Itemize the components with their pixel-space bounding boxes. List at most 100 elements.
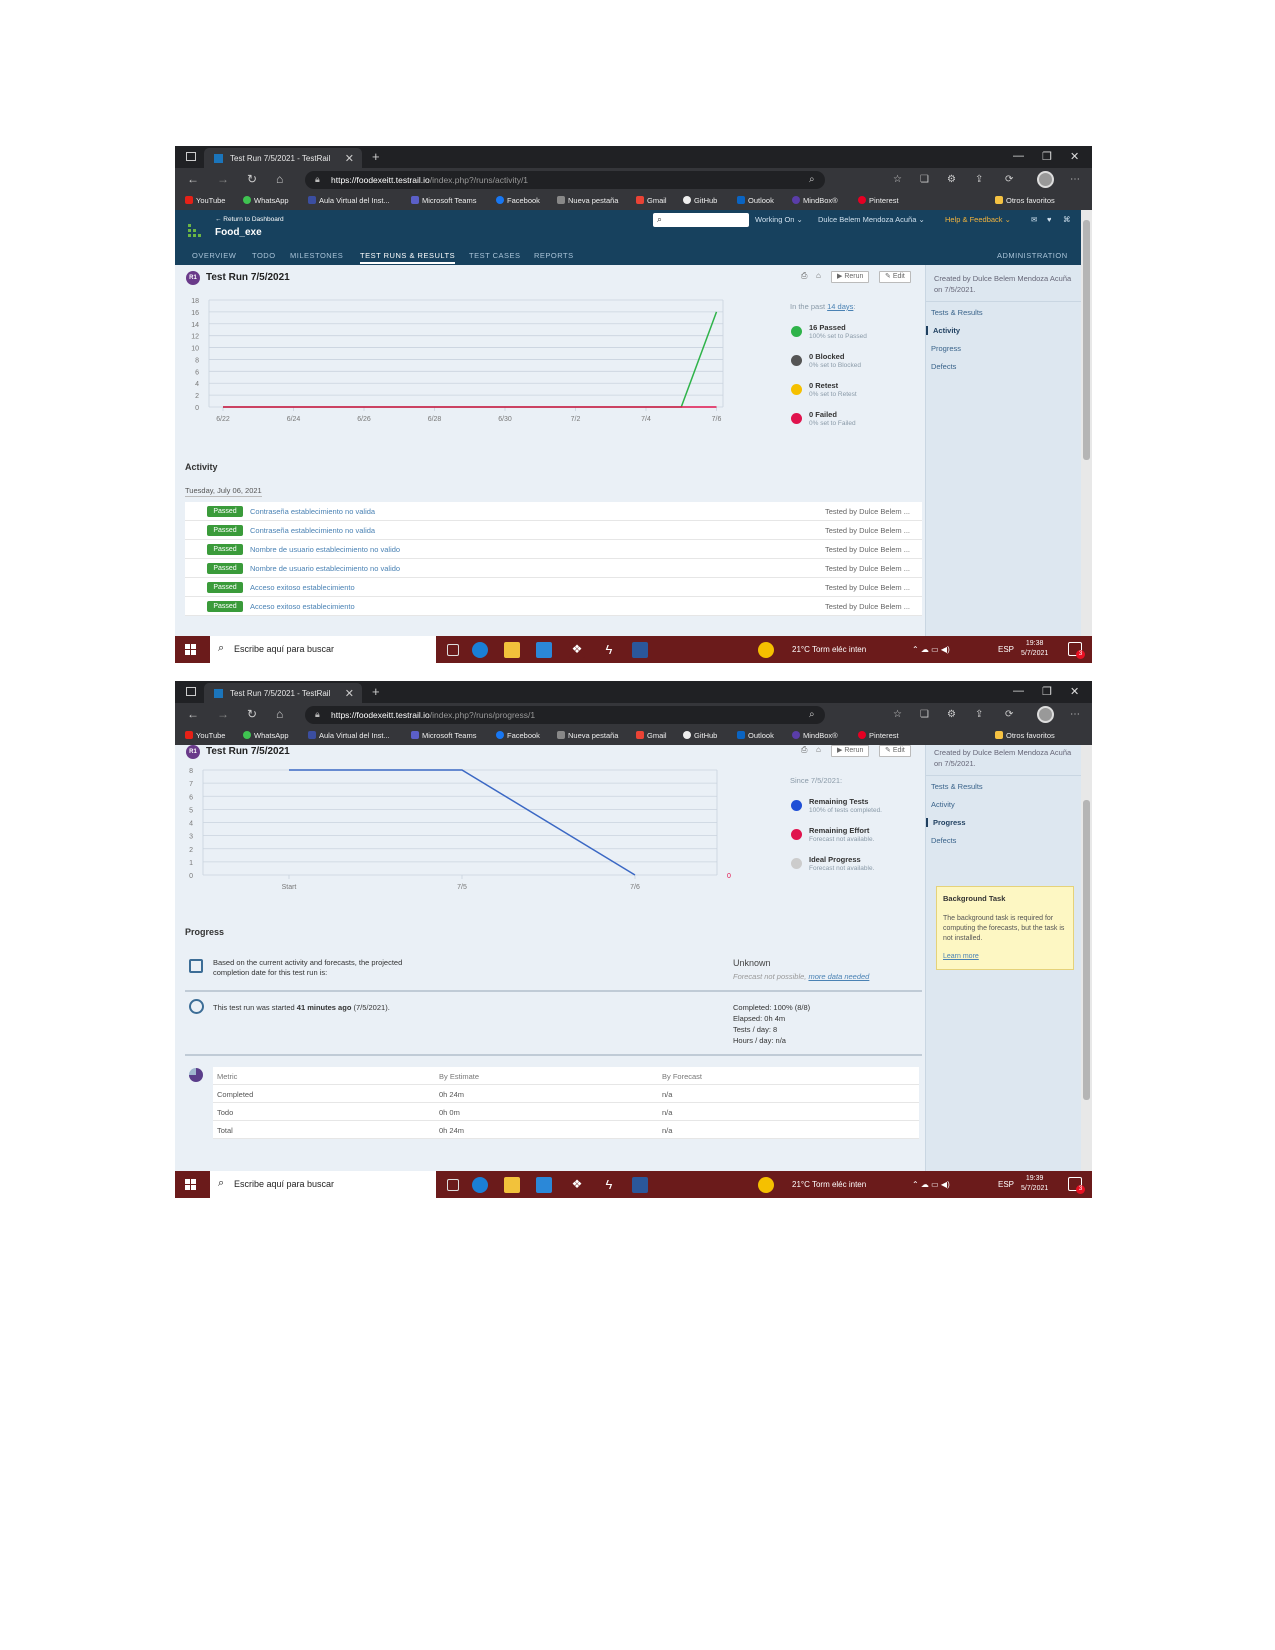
minimize-icon[interactable]: — xyxy=(1013,150,1024,162)
table-row[interactable]: Passed Acceso exitoso establecimiento Test… xyxy=(185,578,922,597)
menu-administration[interactable]: ADMINISTRATION xyxy=(997,251,1068,260)
back-icon[interactable]: ← xyxy=(187,707,199,721)
rerun-button[interactable]: ▶ Rerun xyxy=(831,271,870,283)
fav-pinterest[interactable]: Pinterest xyxy=(858,196,899,205)
page-scrollbar[interactable] xyxy=(1081,210,1092,636)
collections-icon[interactable]: ❏ xyxy=(920,709,929,720)
url-field[interactable]: 🔒︎ https://foodexeitt.testrail.io/index.… xyxy=(305,706,825,724)
windows-start-icon[interactable] xyxy=(185,1179,197,1191)
profile-avatar[interactable] xyxy=(1037,706,1054,723)
profile-avatar[interactable] xyxy=(1037,171,1054,188)
more-icon[interactable]: ⋯ xyxy=(1070,709,1080,720)
sidebar-item-defects[interactable]: Defects xyxy=(931,836,956,845)
fav-whatsapp[interactable]: WhatsApp xyxy=(243,731,289,740)
rss-icon[interactable]: ⌘ xyxy=(1063,215,1071,224)
restore-icon[interactable]: ❐ xyxy=(1042,150,1052,163)
test-name-link[interactable]: Nombre de usuario establecimiento no val… xyxy=(250,564,400,573)
test-name-link[interactable]: Nombre de usuario establecimiento no val… xyxy=(250,545,400,554)
report-icon[interactable]: ⎙ xyxy=(801,271,807,281)
fav-aula[interactable]: Aula Virtual del Inst... xyxy=(308,196,390,205)
tray-icons[interactable]: ⌃ ☁ ▭ ◀) xyxy=(912,1180,950,1189)
fav-facebook[interactable]: Facebook xyxy=(496,196,540,205)
forward-icon[interactable]: → xyxy=(217,172,229,186)
fav-outlook[interactable]: Outlook xyxy=(737,196,774,205)
weather-text[interactable]: 21°C Torm eléc inten xyxy=(792,1180,866,1189)
window-menu-icon[interactable] xyxy=(186,152,196,161)
sync-icon[interactable]: ⟳ xyxy=(1005,709,1013,720)
table-row[interactable]: Passed Contraseña establecimiento no vali… xyxy=(185,502,922,521)
menu-test-cases[interactable]: TEST CASES xyxy=(469,251,521,260)
fav-facebook[interactable]: Facebook xyxy=(496,731,540,740)
browser-tab[interactable]: Test Run 7/5/2021 - TestRail ✕ xyxy=(204,683,362,703)
menu-milestones[interactable]: MILESTONES xyxy=(290,251,343,260)
home-icon[interactable]: ⌂ xyxy=(276,707,283,721)
zoom-icon[interactable]: ⌕ xyxy=(809,709,815,720)
file-explorer-icon[interactable] xyxy=(504,1177,520,1193)
power-automate-icon[interactable]: ϟ xyxy=(601,642,617,658)
test-name-link[interactable]: Acceso exitoso establecimiento xyxy=(250,602,355,611)
sidebar-item-progress[interactable]: Progress xyxy=(931,344,961,353)
fav-gmail[interactable]: Gmail xyxy=(636,196,667,205)
close-window-icon[interactable]: ✕ xyxy=(1070,685,1079,698)
close-tab-icon[interactable]: ✕ xyxy=(345,687,354,700)
dropbox-icon[interactable]: ❖ xyxy=(569,1177,585,1193)
refresh-icon[interactable]: ↻ xyxy=(247,707,257,721)
restore-icon[interactable]: ❐ xyxy=(1042,685,1052,698)
fav-folder-otros[interactable]: Otros favoritos xyxy=(995,731,1055,740)
edge-icon[interactable] xyxy=(472,642,488,658)
more-data-link[interactable]: more data needed xyxy=(808,972,869,981)
menu-overview[interactable]: OVERVIEW xyxy=(192,251,236,260)
word-icon[interactable] xyxy=(632,1177,648,1193)
extensions-icon[interactable]: ⚙ xyxy=(947,174,956,185)
fav-mindbox[interactable]: MindBox® xyxy=(792,731,838,740)
edit-button[interactable]: ✎ Edit xyxy=(879,745,911,757)
taskbar-search[interactable]: ⌕ Escribe aquí para buscar xyxy=(210,636,436,663)
fav-teams[interactable]: Microsoft Teams xyxy=(411,731,476,740)
twitter-icon[interactable]: ♥ xyxy=(1047,215,1051,224)
print-icon[interactable]: ⌂ xyxy=(816,745,821,754)
rerun-button[interactable]: ▶ Rerun xyxy=(831,745,870,757)
new-tab-icon[interactable]: + xyxy=(372,684,380,699)
taskbar-clock[interactable]: 19:38 5/7/2021 xyxy=(1021,639,1048,659)
menu-reports[interactable]: REPORTS xyxy=(534,251,574,260)
test-name-link[interactable]: Acceso exitoso establecimiento xyxy=(250,583,355,592)
fav-new-tab[interactable]: Nueva pestaña xyxy=(557,196,618,205)
extensions-icon[interactable]: ⚙ xyxy=(947,709,956,720)
notifications-icon[interactable]: 3 xyxy=(1068,1177,1085,1194)
language-indicator[interactable]: ESP xyxy=(998,645,1014,654)
fav-outlook[interactable]: Outlook xyxy=(737,731,774,740)
minimize-icon[interactable]: — xyxy=(1013,685,1024,697)
zoom-icon[interactable]: ⌕ xyxy=(809,174,815,185)
url-field[interactable]: 🔒︎ https://foodexeitt.testrail.io/index.… xyxy=(305,171,825,189)
close-window-icon[interactable]: ✕ xyxy=(1070,150,1079,163)
help-app-icon[interactable] xyxy=(758,642,774,658)
print-icon[interactable]: ⌂ xyxy=(816,271,821,280)
test-name-link[interactable]: Contraseña establecimiento no valida xyxy=(250,526,375,535)
favorite-star-icon[interactable]: ☆ xyxy=(893,174,902,185)
fav-github[interactable]: GitHub xyxy=(683,731,717,740)
notifications-icon[interactable]: 3 xyxy=(1068,642,1085,659)
fav-teams[interactable]: Microsoft Teams xyxy=(411,196,476,205)
file-explorer-icon[interactable] xyxy=(504,642,520,658)
help-feedback-dropdown[interactable]: Help & Feedback ⌄ xyxy=(945,215,1011,224)
fav-whatsapp[interactable]: WhatsApp xyxy=(243,196,289,205)
taskbar-search[interactable]: ⌕ Escribe aquí para buscar xyxy=(210,1171,436,1198)
user-dropdown[interactable]: Dulce Belem Mendoza Acuña ⌄ xyxy=(818,215,925,224)
language-indicator[interactable]: ESP xyxy=(998,1180,1014,1189)
table-row[interactable]: Passed Nombre de usuario establecimiento … xyxy=(185,540,922,559)
working-on-dropdown[interactable]: Working On ⌄ xyxy=(755,215,803,224)
help-app-icon[interactable] xyxy=(758,1177,774,1193)
dropbox-icon[interactable]: ❖ xyxy=(569,642,585,658)
fav-new-tab[interactable]: Nueva pestaña xyxy=(557,731,618,740)
test-name-link[interactable]: Contraseña establecimiento no valida xyxy=(250,507,375,516)
share-icon[interactable]: ⇪ xyxy=(975,709,983,720)
sync-icon[interactable]: ⟳ xyxy=(1005,174,1013,185)
since-days-link[interactable]: 14 days xyxy=(827,302,853,311)
scrollbar-thumb[interactable] xyxy=(1083,800,1090,1100)
back-icon[interactable]: ← xyxy=(187,172,199,186)
mail-app-icon[interactable] xyxy=(536,642,552,658)
table-row[interactable]: Passed Contraseña establecimiento no vali… xyxy=(185,521,922,540)
forward-icon[interactable]: → xyxy=(217,707,229,721)
scrollbar-thumb[interactable] xyxy=(1083,220,1090,460)
sidebar-item-tests-results[interactable]: Tests & Results xyxy=(931,782,983,791)
